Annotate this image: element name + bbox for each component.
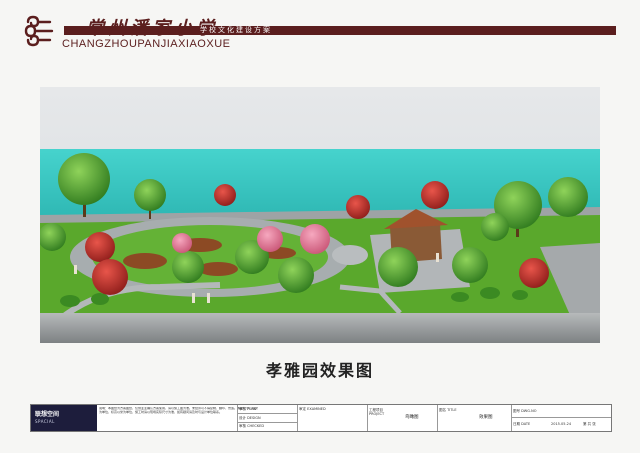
drawing-sheet: 常州潘家小学 学校文化建设方案 CHANGZHOUPANJIAXIAOXUE 孝… <box>0 0 640 453</box>
tb-row-line <box>511 417 611 418</box>
title-value: 效果图 <box>479 415 493 420</box>
project-value: 鸟瞰图 <box>405 415 419 420</box>
date-label: 日期 DATE <box>513 422 531 426</box>
title-block: 联想空间 SPACIAL 说明：本图纸为方案图纸，仅供业主确认方案使用，请以施工… <box>30 404 612 432</box>
project-label: 工程项目 PROJECT <box>369 408 385 416</box>
plan-label: 审核 PLAN <box>239 407 257 411</box>
design-label: 设计 DESIGN <box>239 416 261 420</box>
company-logo: 联想空间 SPACIAL <box>31 405 97 431</box>
cloud-scroll-logo-icon <box>24 15 54 47</box>
school-title-en: CHANGZHOUPANJIAXIAOXUE <box>62 38 231 50</box>
sheet-header: 常州潘家小学 学校文化建设方案 CHANGZHOUPANJIAXIAOXUE <box>0 0 640 70</box>
checked-label: 审核 CHECKED <box>239 424 265 428</box>
company-name: 联想空间 <box>35 411 60 418</box>
date-value: 2015.05.24 <box>551 422 572 426</box>
tb-divider <box>367 405 368 431</box>
tb-row-line <box>237 422 297 423</box>
title-label: 图名 TITLE <box>439 408 457 412</box>
tb-divider <box>297 405 298 431</box>
tb-divider <box>511 405 512 431</box>
company-name-en: SPACIAL <box>35 419 55 424</box>
school-title: 常州潘家小学 <box>86 18 218 39</box>
tb-row-line <box>237 413 297 414</box>
dwg-label: 图号 DWG.NO <box>513 409 537 413</box>
design-notes: 说明：本图纸为方案图纸，仅供业主确认方案使用，请以施工图为准。未经许可不得复制、… <box>99 407 259 414</box>
render-caption: 孝雅园效果图 <box>265 361 374 380</box>
plan-subtitle: 学校文化建设方案 <box>200 26 272 34</box>
sheet-count: 第 共 张 <box>583 422 596 426</box>
garden-rendering <box>40 87 600 343</box>
tb-divider <box>237 405 238 431</box>
examined-label: 审定 EXAMINED <box>299 407 326 411</box>
tb-divider <box>437 405 438 431</box>
